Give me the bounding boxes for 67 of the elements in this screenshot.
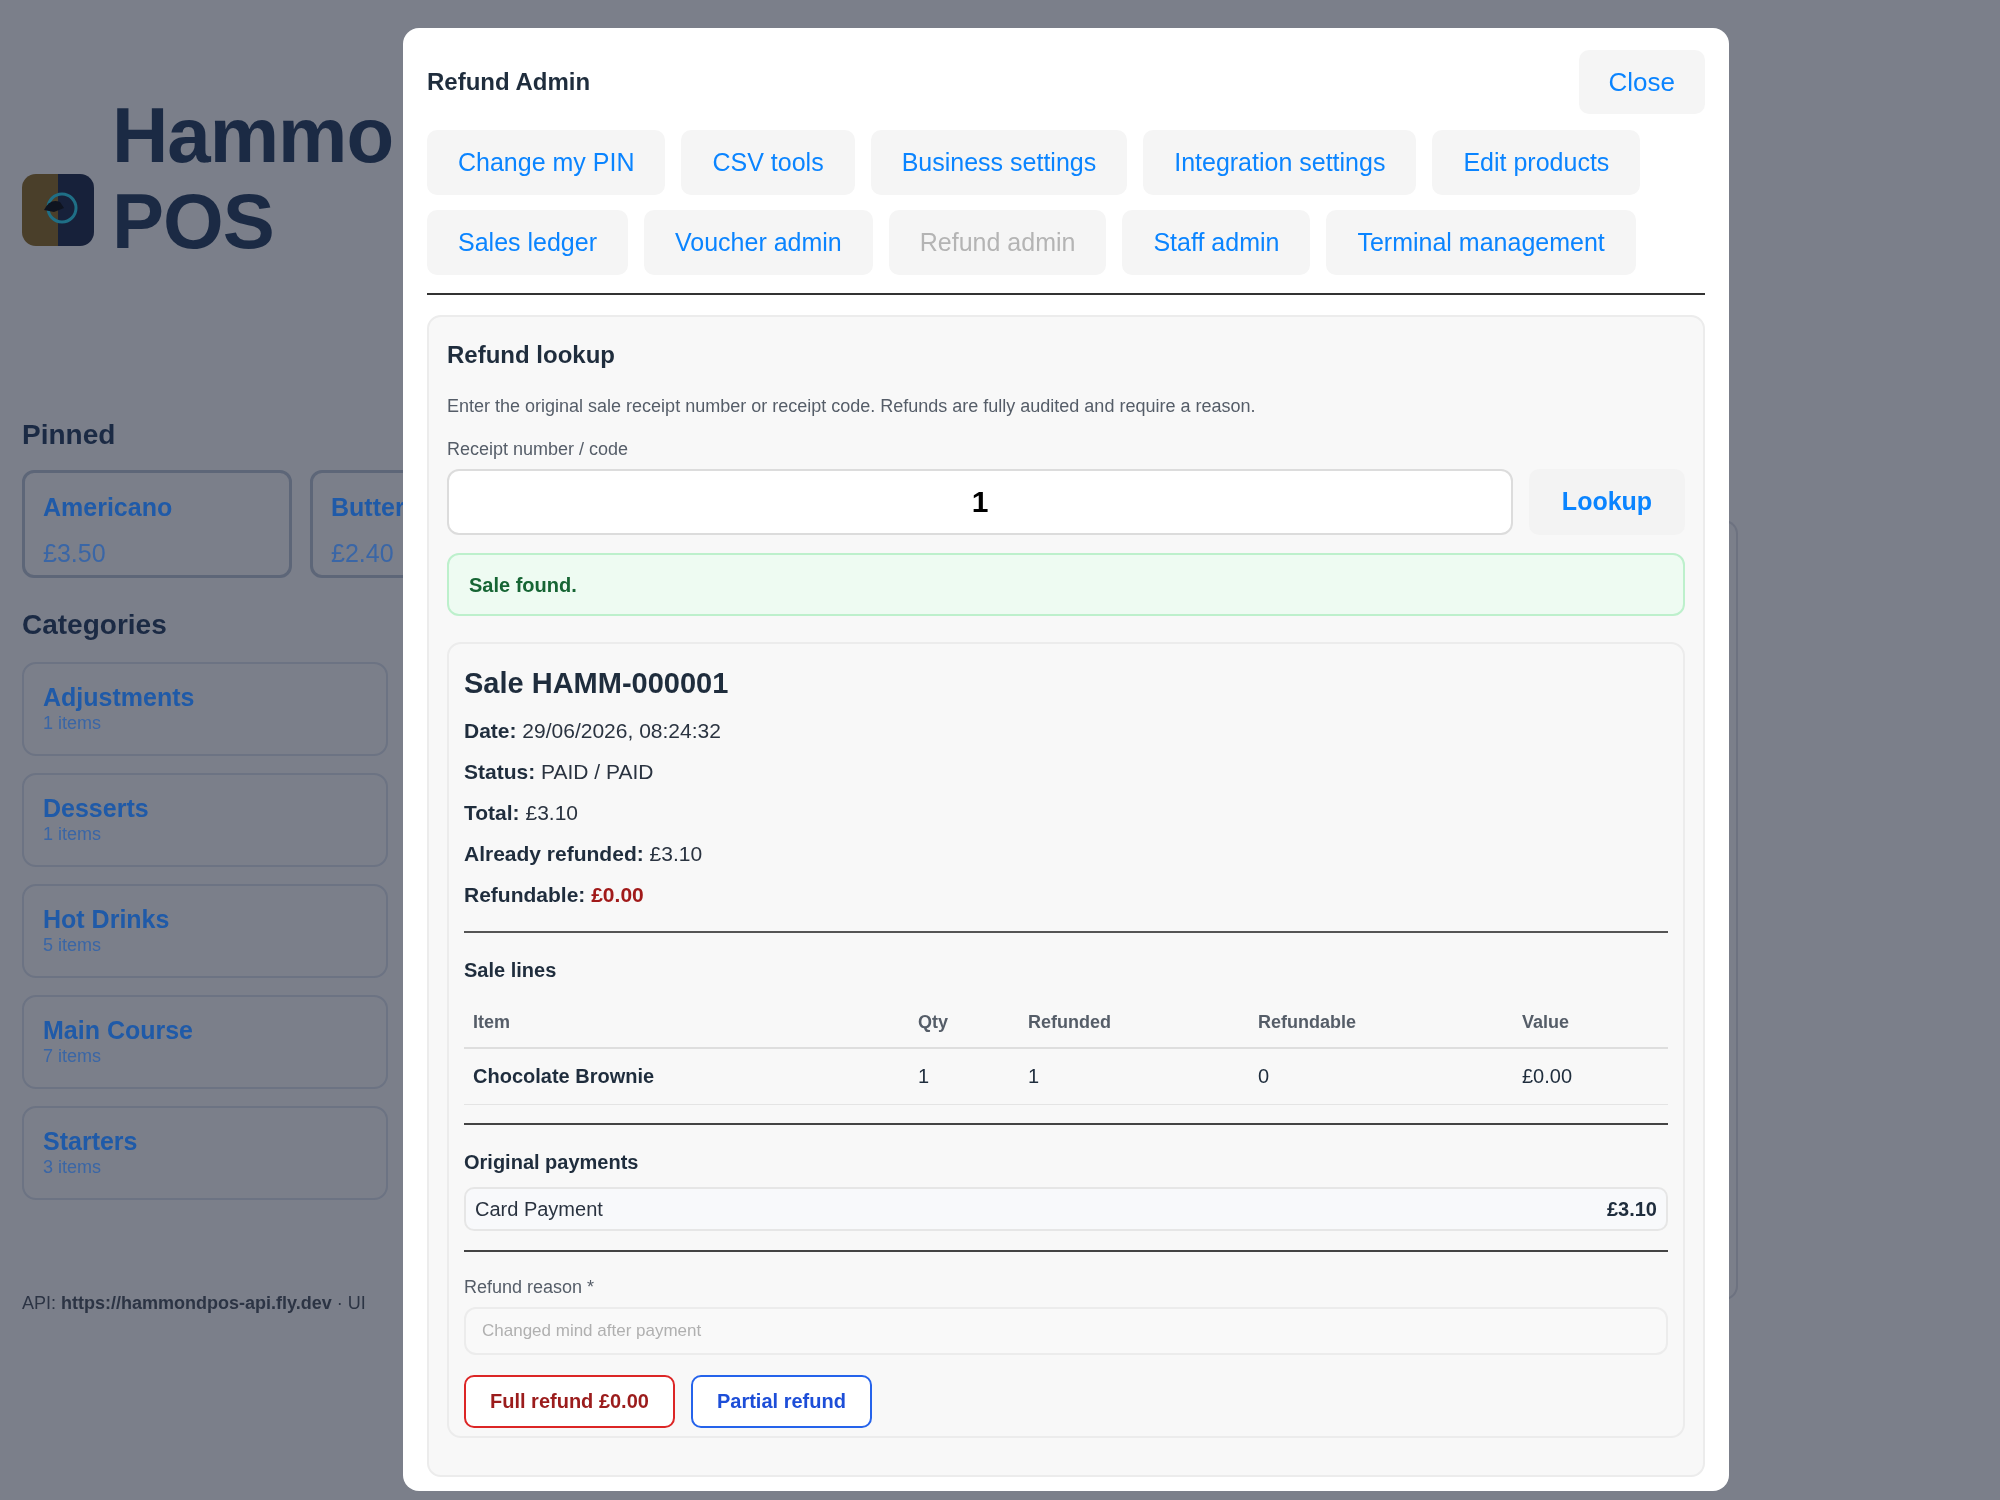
field-label: Receipt number / code <box>447 438 630 461</box>
dialog-title: Refund Admin <box>427 67 591 97</box>
tab[interactable]: Staff admin <box>1122 210 1311 275</box>
section-heading: Sale lines <box>464 957 558 983</box>
category-name: Main Course <box>43 1015 195 1045</box>
category-card[interactable]: Desserts 1 items <box>22 773 388 867</box>
section-heading: Categories <box>22 608 168 642</box>
section-heading: Pinned <box>22 418 117 452</box>
tab[interactable]: CSV tools <box>681 130 855 195</box>
sale-detail: Refundable: £0.00 <box>464 881 645 907</box>
close-button[interactable]: Close <box>1578 50 1705 114</box>
item-count: 1 items <box>43 823 103 845</box>
category-name: Starters <box>43 1126 139 1156</box>
tab[interactable]: Edit products <box>1432 130 1641 195</box>
column-header: Value <box>1513 998 1668 1049</box>
app-title: POS <box>112 178 275 264</box>
item-count: 1 items <box>43 712 103 734</box>
table-cell: Chocolate Brownie <box>464 1048 909 1105</box>
column-header: Refunded <box>1019 998 1249 1049</box>
section-heading: Original payments <box>464 1149 640 1175</box>
tab[interactable]: Sales ledger <box>427 210 628 275</box>
item-count: 3 items <box>43 1156 103 1178</box>
item-count: 5 items <box>43 934 103 956</box>
receipt-input[interactable]: 1 <box>447 469 1513 535</box>
reason-input[interactable]: Changed mind after payment <box>464 1306 1668 1355</box>
refund-button[interactable]: Full refund £0.00 <box>464 1374 675 1428</box>
category-card[interactable]: Hot Drinks 5 items <box>22 884 388 978</box>
item-count: 7 items <box>43 1045 103 1067</box>
category-card[interactable]: Starters 3 items <box>22 1106 388 1200</box>
field-label: Refund reason * <box>464 1275 596 1299</box>
lookup-button[interactable]: Lookup <box>1529 469 1685 535</box>
sale-detail: Status: PAID / PAID <box>464 758 655 784</box>
footer-text: API: https://hammondpos-api.fly.dev · UI <box>22 1292 367 1315</box>
panel-heading: Refund lookup <box>447 340 616 370</box>
tab[interactable]: Change my PIN <box>427 130 666 195</box>
category-name: Desserts <box>43 793 150 823</box>
product-price: £2.40 <box>331 537 395 569</box>
table-cell: 1 <box>909 1048 1019 1105</box>
sale-detail: Total: £3.10 <box>464 799 579 825</box>
product-name: Americano <box>43 492 174 523</box>
table-cell: 0 <box>1249 1048 1513 1105</box>
tab[interactable]: Refund admin <box>888 210 1107 275</box>
category-card[interactable]: Main Course 7 items <box>22 995 388 1089</box>
column-header: Refundable <box>1249 998 1513 1049</box>
category-name: Hot Drinks <box>43 904 171 934</box>
sale-detail: Already refunded: £3.10 <box>464 840 704 866</box>
refund-button[interactable]: Partial refund <box>690 1374 872 1428</box>
tab[interactable]: Integration settings <box>1143 130 1417 195</box>
column-header: Item <box>464 998 909 1049</box>
sale-detail: Date: 29/06/2026, 08:24:32 <box>464 717 722 743</box>
tab[interactable]: Business settings <box>870 130 1128 195</box>
alert-text: Sale found. <box>469 572 577 598</box>
product-card[interactable]: Americano £3.50 <box>22 470 292 578</box>
app-title: Hammo <box>112 92 394 178</box>
column-header: Qty <box>909 998 1019 1049</box>
payment-amount: £3.10 <box>1606 1196 1657 1222</box>
table-cell: £0.00 <box>1513 1048 1668 1105</box>
table-cell: 1 <box>1019 1048 1249 1105</box>
category-name: Adjustments <box>43 682 196 712</box>
tab[interactable]: Voucher admin <box>644 210 873 275</box>
product-price: £3.50 <box>43 537 107 569</box>
payment-method: Card Payment <box>475 1196 603 1222</box>
category-card[interactable]: Adjustments 1 items <box>22 662 388 756</box>
logo-icon <box>22 174 94 246</box>
sale-title: Sale HAMM-000001 <box>464 666 730 701</box>
tab[interactable]: Terminal management <box>1326 210 1636 275</box>
description-text: Enter the original sale receipt number or receipt code. Refunds are fully audited and require a reason. <box>447 395 1257 418</box>
